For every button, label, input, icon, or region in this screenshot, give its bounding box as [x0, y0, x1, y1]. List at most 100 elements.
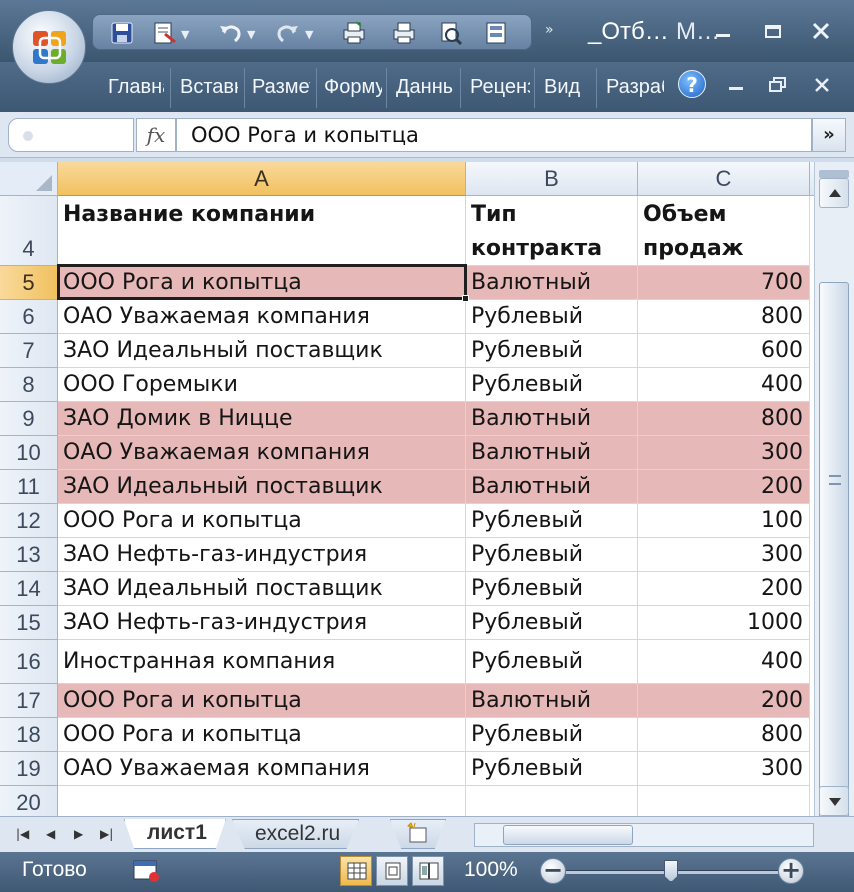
vertical-scrollbar[interactable]: [814, 162, 854, 842]
zoom-in-button[interactable]: +: [778, 858, 804, 884]
column-header-c[interactable]: C: [638, 162, 810, 196]
scroll-up-button[interactable]: [819, 178, 849, 208]
last-sheet-icon[interactable]: ▶|: [100, 827, 113, 841]
close-icon[interactable]: [806, 18, 836, 44]
cell-header-name[interactable]: Название компании: [58, 196, 466, 266]
cell-sales-volume[interactable]: 300: [638, 538, 810, 572]
workbook-minimize-icon[interactable]: [724, 74, 748, 96]
cell-company-name[interactable]: ООО Рога и копытца: [58, 718, 466, 752]
column-header-a[interactable]: A: [58, 162, 466, 196]
cell-company-name[interactable]: ООО Рога и копытца: [58, 504, 466, 538]
cell-sales-volume[interactable]: 400: [638, 640, 810, 684]
column-header-b[interactable]: B: [466, 162, 638, 196]
normal-view-button[interactable]: [340, 856, 372, 886]
macro-record-icon[interactable]: [132, 858, 162, 884]
form-icon[interactable]: [483, 20, 509, 46]
sheet-tab[interactable]: excel2.ru: [232, 819, 360, 849]
cell-sales-volume[interactable]: 200: [638, 572, 810, 606]
row-header[interactable]: 11: [0, 470, 58, 504]
cell-contract-type[interactable]: Рублевый: [466, 334, 638, 368]
tab-data[interactable]: Данные: [390, 76, 454, 106]
redo-icon[interactable]: [275, 20, 301, 46]
cell-company-name[interactable]: ООО Рога и копытца: [58, 684, 466, 718]
cell-company-name[interactable]: ЗАО Идеальный поставщик: [58, 334, 466, 368]
cell-contract-type[interactable]: Валютный: [466, 402, 638, 436]
cell-company-name[interactable]: Иностранная компания: [58, 640, 466, 684]
tab-home[interactable]: Главная: [102, 76, 164, 106]
row-header[interactable]: 18: [0, 718, 58, 752]
print-preview-icon[interactable]: [151, 20, 177, 46]
cell-contract-type[interactable]: [466, 786, 638, 816]
cell-company-name[interactable]: ЗАО Нефть-газ-индустрия: [58, 606, 466, 640]
office-button[interactable]: [12, 10, 86, 84]
undo-icon[interactable]: [217, 20, 243, 46]
cell-sales-volume[interactable]: 1000: [638, 606, 810, 640]
row-header[interactable]: 15: [0, 606, 58, 640]
cell-company-name[interactable]: ООО Горемыки: [58, 368, 466, 402]
cell-contract-type[interactable]: Рублевый: [466, 752, 638, 786]
split-box[interactable]: [819, 170, 849, 178]
tab-formulas[interactable]: Формулы: [318, 76, 382, 106]
qat-more-icon[interactable]: »: [545, 22, 553, 38]
insert-function-button[interactable]: fx: [136, 118, 176, 152]
undo-dropdown-icon[interactable]: ▼: [247, 28, 255, 41]
cell-company-name[interactable]: ОАО Уважаемая компания: [58, 300, 466, 334]
zoom-out-button[interactable]: −: [540, 858, 566, 884]
cell-company-name[interactable]: ЗАО Идеальный поставщик: [58, 572, 466, 606]
cell-header-contract-type[interactable]: Тип контракта: [466, 196, 638, 266]
zoom-level[interactable]: 100%: [464, 858, 518, 882]
sheet-tab-active[interactable]: лист1: [124, 819, 226, 849]
tab-review[interactable]: Рецензирование: [464, 76, 530, 106]
row-header[interactable]: 6: [0, 300, 58, 334]
cell-contract-type[interactable]: Рублевый: [466, 538, 638, 572]
tab-insert[interactable]: Вставка: [174, 76, 238, 106]
cell-contract-type[interactable]: Рублевый: [466, 640, 638, 684]
cell-company-name[interactable]: ЗАО Домик в Ницце: [58, 402, 466, 436]
formula-input[interactable]: ООО Рога и копытца: [176, 118, 812, 152]
select-all-button[interactable]: [0, 162, 58, 196]
redo-dropdown-icon[interactable]: ▼: [305, 28, 313, 41]
cell-sales-volume[interactable]: 300: [638, 752, 810, 786]
worksheet-grid[interactable]: A B C 4 Название компании Тип контракта Объ…: [0, 162, 814, 816]
qat-dropdown-icon[interactable]: ▼: [181, 28, 189, 41]
horizontal-scroll-thumb[interactable]: [503, 825, 633, 845]
quick-print-icon[interactable]: [341, 20, 367, 46]
cell-sales-volume[interactable]: 800: [638, 718, 810, 752]
tab-page-layout[interactable]: Разметка: [246, 76, 310, 106]
cell-contract-type[interactable]: Рублевый: [466, 368, 638, 402]
cell-sales-volume[interactable]: 800: [638, 402, 810, 436]
cell-contract-type[interactable]: Рублевый: [466, 718, 638, 752]
cell-sales-volume[interactable]: 100: [638, 504, 810, 538]
help-button[interactable]: ?: [678, 70, 706, 98]
cell-contract-type[interactable]: Валютный: [466, 684, 638, 718]
row-header[interactable]: 16: [0, 640, 58, 684]
cell-company-name[interactable]: ЗАО Идеальный поставщик: [58, 470, 466, 504]
cell-sales-volume[interactable]: 200: [638, 684, 810, 718]
cell-contract-type[interactable]: Рублевый: [466, 606, 638, 640]
cell-company-name[interactable]: ОАО Уважаемая компания: [58, 436, 466, 470]
prev-sheet-icon[interactable]: ◀: [46, 827, 55, 841]
spelling-icon[interactable]: [437, 20, 463, 46]
first-sheet-icon[interactable]: |◀: [16, 827, 29, 841]
page-break-view-button[interactable]: [412, 856, 444, 886]
expand-formula-bar-button[interactable]: »: [812, 118, 846, 152]
minimize-icon[interactable]: [708, 18, 738, 44]
cell-sales-volume[interactable]: [638, 786, 810, 816]
cell-contract-type[interactable]: Рублевый: [466, 300, 638, 334]
cell-contract-type[interactable]: Валютный: [466, 266, 638, 300]
vertical-scroll-thumb[interactable]: [819, 282, 849, 842]
fill-handle[interactable]: [462, 295, 469, 302]
cell-sales-volume[interactable]: 200: [638, 470, 810, 504]
cell-contract-type[interactable]: Валютный: [466, 436, 638, 470]
cell-sales-volume[interactable]: 300: [638, 436, 810, 470]
row-header[interactable]: 4: [0, 196, 58, 266]
cell-contract-type[interactable]: Валютный: [466, 470, 638, 504]
workbook-close-icon[interactable]: [810, 74, 834, 96]
cell-sales-volume[interactable]: 800: [638, 300, 810, 334]
tab-view[interactable]: Вид: [538, 76, 594, 106]
workbook-restore-icon[interactable]: [766, 74, 790, 96]
page-layout-view-button[interactable]: [376, 856, 408, 886]
insert-sheet-tab[interactable]: [390, 819, 446, 849]
cell-sales-volume[interactable]: 400: [638, 368, 810, 402]
cell-sales-volume[interactable]: 700: [638, 266, 810, 300]
